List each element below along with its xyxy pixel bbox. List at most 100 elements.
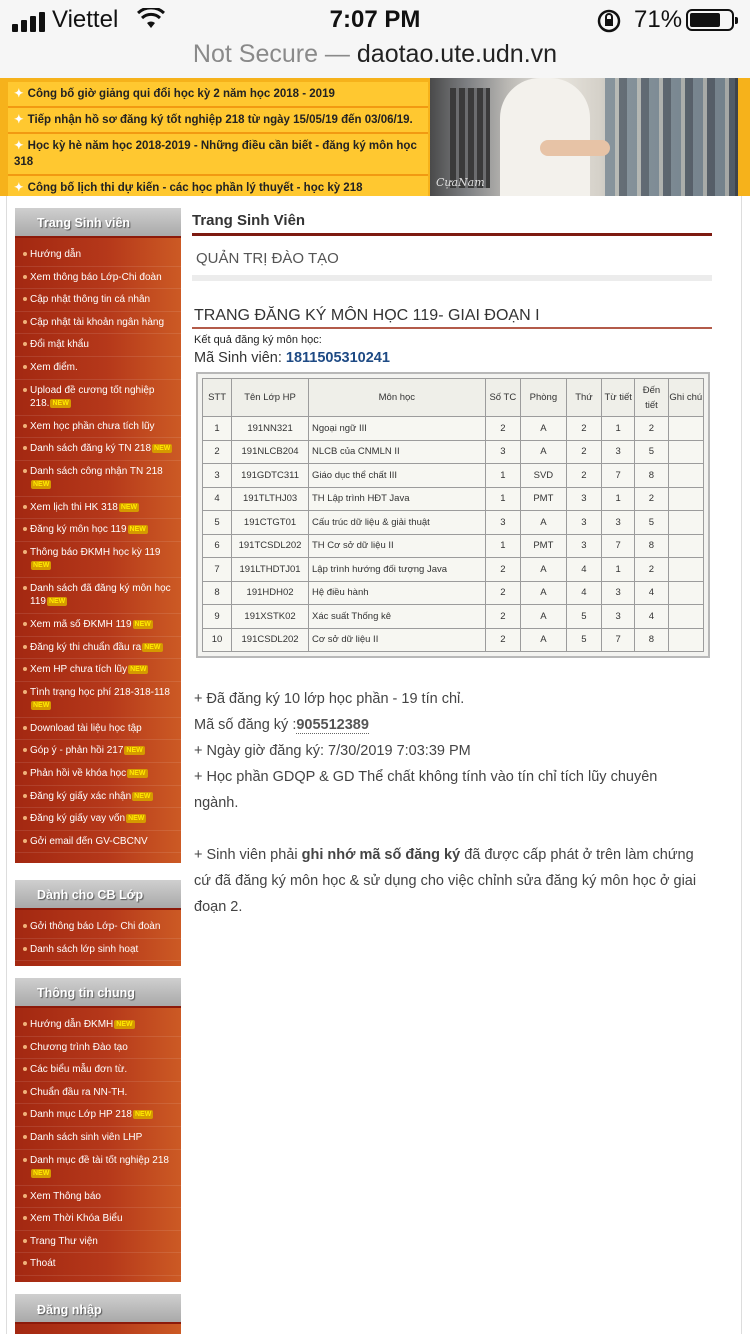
column-header: Từ tiết xyxy=(601,378,636,417)
sidebar-link[interactable]: Cập nhật thông tin cá nhân xyxy=(15,289,181,312)
table-cell: A xyxy=(520,439,567,464)
sidebar-link[interactable]: Đăng ký môn học 119 NEW xyxy=(15,519,181,542)
sidebar-header[interactable]: Đăng nhập xyxy=(15,1294,181,1324)
table-cell: 9 xyxy=(201,604,233,629)
banner-photo: CựaNam xyxy=(430,78,738,196)
student-id: 1811505310241 xyxy=(285,350,390,366)
sidebar-link[interactable]: Chương trình Đào tạo xyxy=(15,1037,181,1060)
sidebar-link[interactable]: Xem Thời Khóa Biểu xyxy=(15,1208,181,1231)
url-bar[interactable]: Not Secure — daotao.ute.udn.vn xyxy=(0,40,750,78)
table-cell: 3 xyxy=(601,510,636,535)
table-cell: Lập trình hướng đối tượng Java xyxy=(308,557,486,582)
sidebar-link[interactable]: Phản hồi về khóa học NEW xyxy=(15,763,181,786)
sidebar-link[interactable]: Upload đề cương tốt nghiệp 218. NEW xyxy=(15,380,181,416)
table-row: 4 191TLTHJ03 TH Lập trình HĐT Java 1 PMT 3 1 2 xyxy=(201,486,705,511)
table-cell xyxy=(667,439,705,464)
news-item[interactable]: ✦ Tiếp nhận hồ sơ đăng ký tốt nghiệp 218 … xyxy=(8,108,428,134)
table-cell xyxy=(667,533,705,558)
table-row: 1 191NN321 Ngoại ngữ III 2 A 2 1 2 xyxy=(201,416,705,441)
registration-title: TRANG ĐĂNG KÝ MÔN HỌC 119- GIAI ĐOẠN I xyxy=(192,303,712,329)
new-badge-icon: NEW xyxy=(133,1110,154,1120)
table-cell: 3 xyxy=(565,486,603,511)
sidebar-link[interactable]: Danh sách sinh viên LHP xyxy=(15,1127,181,1150)
sidebar-link[interactable]: Cập nhật tài khoản ngân hàng xyxy=(15,312,181,335)
table-cell: 7 xyxy=(601,627,636,652)
column-header: Phòng xyxy=(520,378,567,417)
table-cell xyxy=(667,486,705,511)
page-content: Trang Sinh viên Hướng dẫn Xem thông báo L… xyxy=(0,196,750,1334)
sidebar-link[interactable]: Đăng ký giấy vay vốn NEW xyxy=(15,808,181,831)
registration-table-frame: STT Tên Lớp HP Môn học Số TC Phòng Thứ Từ tiết… xyxy=(196,372,710,658)
table-cell: 3 xyxy=(484,439,522,464)
sidebar-link[interactable]: Gởi email đến GV-CBCNV xyxy=(15,831,181,854)
table-cell: 6 xyxy=(201,533,233,558)
table-cell: A xyxy=(520,580,567,605)
table-row: 5 191CTGT01 Cấu trúc dữ liệu & giải thuật 3… xyxy=(201,510,705,535)
sidebar-link[interactable]: Các biểu mẫu đơn từ. xyxy=(15,1059,181,1082)
table-cell: 3 xyxy=(484,510,522,535)
table-cell: 191NLCB204 xyxy=(231,439,309,464)
sidebar-link[interactable]: Góp ý - phản hồi 217 NEW xyxy=(15,740,181,763)
table-cell: 2 xyxy=(484,557,522,582)
sidebar-link[interactable]: Danh mục Lớp HP 218 NEW xyxy=(15,1104,181,1127)
sidebar-link[interactable]: Chuẩn đầu ra NN-TH. xyxy=(15,1082,181,1105)
sidebar-link[interactable]: Xem mã số ĐKMH 119 NEW xyxy=(15,614,181,637)
registration-code: 905512389 xyxy=(296,717,369,734)
sidebar-link[interactable]: Gởi thông báo Lớp- Chi đoàn xyxy=(15,916,181,939)
sidebar-link[interactable]: Xem thông báo Lớp-Chi đoàn xyxy=(15,267,181,290)
table-cell: 5 xyxy=(565,627,603,652)
registered-summary: + Đã đăng ký 10 lớp học phần - 19 tín ch… xyxy=(194,691,465,707)
new-badge-icon: NEW xyxy=(132,791,153,801)
battery-percent: 71% xyxy=(634,6,683,33)
sidebar-link[interactable]: Trang Thư viện xyxy=(15,1231,181,1254)
table-cell: 5 xyxy=(565,604,603,629)
news-item[interactable]: ✦ Công bố lịch thi dự kiến - các học phần… xyxy=(8,176,428,196)
sidebar-link[interactable]: Tình trạng học phí 218-318-118NEW xyxy=(15,682,181,718)
table-cell: 191TCSDL202 xyxy=(231,533,309,558)
table-cell: 4 xyxy=(634,604,669,629)
registration-code-line: Mã số đăng ký :905512389 xyxy=(194,712,700,738)
sidebar-link[interactable]: Danh sách lớp sinh hoạt xyxy=(15,939,181,962)
sidebar-header: Trang Sinh viên xyxy=(15,208,181,238)
column-header: Ghi chú xyxy=(667,378,705,417)
sidebar-general: Thông tin chung Hướng dẫn ĐKMH NEW Chương … xyxy=(15,978,181,1282)
table-cell: 4 xyxy=(634,580,669,605)
sidebar-link[interactable]: Thoát xyxy=(15,1253,181,1276)
sidebar-link[interactable]: Xem HP chưa tích lũy NEW xyxy=(15,659,181,682)
new-badge-icon: NEW xyxy=(124,746,145,756)
sidebar-link[interactable]: Danh sách đã đăng ký môn học 119 NEW xyxy=(15,578,181,614)
news-item[interactable]: ✦ Học kỳ hè năm học 2018-2019 - Những điề… xyxy=(8,134,428,176)
table-cell: 8 xyxy=(634,533,669,558)
table-cell: 7 xyxy=(601,533,636,558)
sidebar-link[interactable]: Xem điểm. xyxy=(15,357,181,380)
table-row: 3 191GDTC311 Giáo dục thể chất III 1 SVD 2 7 8 xyxy=(201,463,705,488)
sidebar-link[interactable]: Danh sách công nhận TN 218NEW xyxy=(15,461,181,497)
url-domain: daotao.ute.udn.vn xyxy=(356,40,558,68)
table-cell: 8 xyxy=(634,463,669,488)
sidebar-link[interactable]: Đăng ký giấy xác nhận NEW xyxy=(15,786,181,809)
sidebar-link[interactable]: Download tài liệu học tập xyxy=(15,718,181,741)
sidebar-staff: Dành cho CB Lớp Gởi thông báo Lớp- Chi đ… xyxy=(15,880,181,966)
news-item[interactable]: ✦ Công bố giờ giảng qui đổi học kỳ 2 năm … xyxy=(8,82,428,108)
sidebar-link[interactable]: Danh mục đề tài tốt nghiệp 218NEW xyxy=(15,1150,181,1186)
gdqp-note: + Học phần GDQP & GD Thể chất không tính… xyxy=(194,769,658,811)
table-cell: A xyxy=(520,557,567,582)
sidebar-link[interactable]: Hướng dẫn xyxy=(15,244,181,267)
table-cell: A xyxy=(520,627,567,652)
table-cell xyxy=(667,557,705,582)
new-badge-icon: NEW xyxy=(31,1169,52,1179)
sidebar-link[interactable]: Danh sách đăng ký TN 218 NEW xyxy=(15,438,181,461)
sidebar-link[interactable]: Xem học phần chưa tích lũy xyxy=(15,416,181,439)
new-badge-icon: NEW xyxy=(127,768,148,778)
sidebar-link[interactable]: Hướng dẫn ĐKMH NEW xyxy=(15,1014,181,1037)
sidebar-link[interactable]: Đăng ký thi chuẩn đầu ra NEW xyxy=(15,637,181,660)
registration-datetime: + Ngày giờ đăng ký: 7/30/2019 7:03:39 PM xyxy=(194,743,471,759)
column-header: Thứ xyxy=(565,378,603,417)
sidebar-link[interactable]: Xem Thông báo xyxy=(15,1186,181,1209)
column-header: Môn học xyxy=(308,378,486,417)
sidebar-link[interactable]: Xem lịch thi HK 318 NEW xyxy=(15,497,181,520)
sidebar-link[interactable]: Thông báo ĐKMH học kỳ 119NEW xyxy=(15,542,181,578)
sidebar-link[interactable]: Đổi mật khẩu xyxy=(15,334,181,357)
table-cell: 2 xyxy=(634,557,669,582)
table-cell: 3 xyxy=(201,463,233,488)
